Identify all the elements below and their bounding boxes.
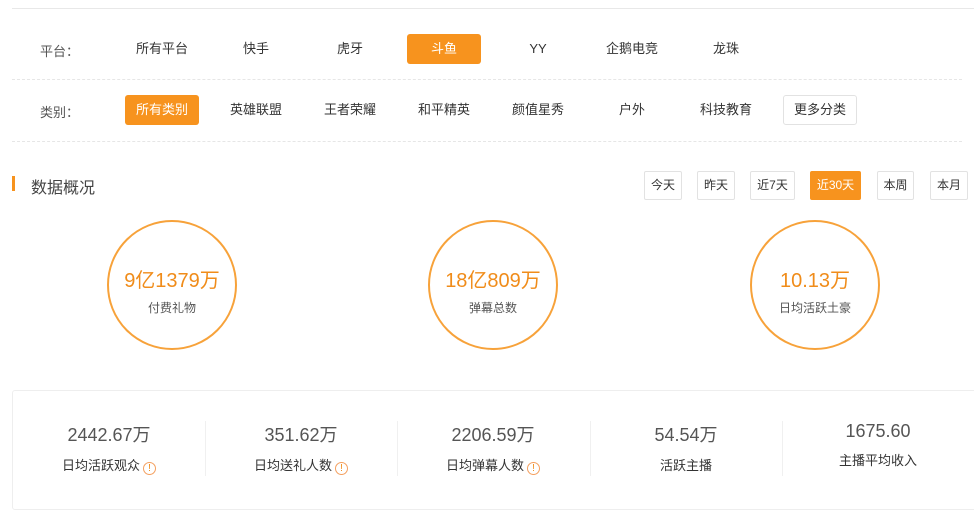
- metric-circle-danmaku: 18亿809万 弹幕总数: [428, 220, 558, 350]
- platform-label: 平台：: [40, 44, 80, 59]
- metric-circle-tuhao: 10.13万 日均活跃土豪: [750, 220, 880, 350]
- platform-option-penguin[interactable]: 企鹅电竞: [595, 34, 669, 64]
- stat-value: 1675.60: [845, 421, 911, 441]
- category-option-show[interactable]: 颜值星秀: [501, 95, 575, 125]
- time-yesterday[interactable]: 昨天: [697, 171, 735, 200]
- stat-value: 2206.59万: [451, 425, 535, 445]
- category-option-hok[interactable]: 王者荣耀: [313, 95, 387, 125]
- category-option-all[interactable]: 所有类别: [125, 95, 199, 125]
- platform-option-kuaishou[interactable]: 快手: [219, 34, 293, 64]
- stat-label: 日均送礼人数: [253, 458, 332, 473]
- stat-value: 2442.67万: [67, 425, 151, 445]
- stat-active-streamers: 54.54万 活跃主播: [590, 421, 782, 474]
- more-categories-button[interactable]: 更多分类: [783, 95, 857, 125]
- time-this-month[interactable]: 本月: [930, 171, 968, 200]
- info-icon[interactable]: !: [335, 462, 348, 475]
- stat-daily-danmaku-users: 2206.59万 日均弹幕人数!: [397, 421, 589, 475]
- divider: [12, 79, 962, 80]
- time-this-week[interactable]: 本周: [877, 171, 914, 200]
- section-title: 数据概况: [31, 180, 96, 197]
- metric-label: 弹幕总数: [468, 301, 517, 315]
- metric-label: 付费礼物: [147, 301, 196, 315]
- time-7days[interactable]: 近7天: [750, 171, 795, 200]
- category-filter: 类别： 所有类别 英雄联盟 王者荣耀 和平精英 颜值星秀 户外 科技教育 更多分…: [0, 95, 974, 125]
- metric-value: 18亿809万: [445, 270, 541, 292]
- time-30days[interactable]: 近30天: [810, 171, 861, 200]
- platform-option-all[interactable]: 所有平台: [125, 34, 199, 64]
- stat-label: 日均弹幕人数: [445, 458, 524, 473]
- platform-option-douyu[interactable]: 斗鱼: [407, 34, 481, 64]
- platform-option-huya[interactable]: 虎牙: [313, 34, 387, 64]
- stat-value: 54.54万: [654, 425, 718, 445]
- platform-option-longzhu[interactable]: 龙珠: [689, 34, 763, 64]
- metric-value: 9亿1379万: [124, 270, 220, 292]
- stat-avg-income: 1675.60 主播平均收入: [782, 421, 974, 469]
- section-accent-bar: [12, 176, 15, 191]
- platform-filter: 平台： 所有平台 快手 虎牙 斗鱼 YY 企鹅电竞 龙珠: [0, 34, 974, 64]
- stats-panel: 2442.67万 日均活跃观众! 351.62万 日均送礼人数! 2206.59…: [12, 390, 974, 510]
- stat-daily-gifters: 351.62万 日均送礼人数!: [205, 421, 397, 475]
- time-today[interactable]: 今天: [644, 171, 682, 200]
- metric-label: 日均活跃土豪: [778, 301, 851, 315]
- category-option-tech[interactable]: 科技教育: [689, 95, 763, 125]
- info-icon[interactable]: !: [143, 462, 156, 475]
- category-label: 类别：: [40, 105, 80, 120]
- info-icon[interactable]: !: [527, 462, 540, 475]
- divider: [12, 141, 962, 142]
- category-option-pubg[interactable]: 和平精英: [407, 95, 481, 125]
- metric-value: 10.13万: [779, 270, 851, 292]
- platform-option-yy[interactable]: YY: [501, 34, 575, 64]
- stat-daily-viewers: 2442.67万 日均活跃观众!: [13, 421, 205, 475]
- category-option-lol[interactable]: 英雄联盟: [219, 95, 293, 125]
- stat-label: 活跃主播: [659, 458, 712, 473]
- metric-circle-gifts: 9亿1379万 付费礼物: [107, 220, 237, 350]
- category-option-outdoor[interactable]: 户外: [595, 95, 669, 125]
- top-divider: [12, 8, 974, 9]
- stat-label: 主播平均收入: [838, 453, 917, 468]
- stat-label: 日均活跃观众: [61, 458, 140, 473]
- stat-value: 351.62万: [264, 425, 338, 445]
